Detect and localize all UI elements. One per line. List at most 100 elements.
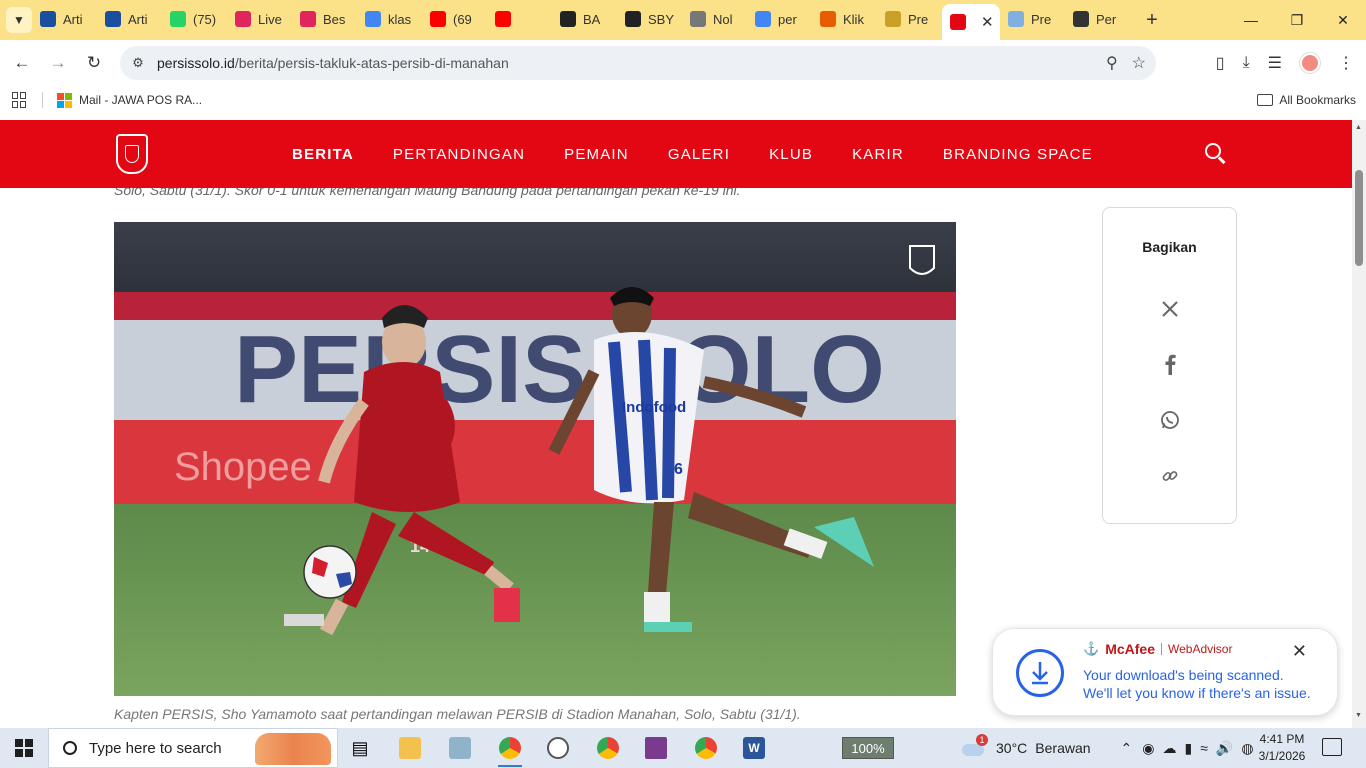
weather-icon[interactable]: 1 bbox=[962, 734, 988, 756]
media-control-icon[interactable]: ☰ bbox=[1268, 53, 1282, 73]
tab-title: (75) bbox=[193, 11, 217, 27]
all-bookmarks-label: All Bookmarks bbox=[1279, 93, 1356, 107]
site-info-icon[interactable]: ⚙ bbox=[124, 55, 152, 71]
mcafee-shield-icon: ⚓ bbox=[1083, 641, 1100, 656]
persis-logo[interactable] bbox=[116, 134, 148, 174]
taskbar-search-placeholder: Type here to search bbox=[89, 739, 222, 757]
tab-close-icon[interactable]: ✕ bbox=[981, 13, 994, 31]
whatsapp-icon bbox=[170, 11, 186, 27]
task-view-icon[interactable]: ▤ bbox=[340, 732, 380, 764]
share-whatsapp-button[interactable] bbox=[1155, 405, 1185, 435]
nav-item-klub[interactable]: KLUB bbox=[769, 146, 813, 163]
chrome-icon[interactable] bbox=[490, 732, 530, 767]
file-explorer-icon[interactable] bbox=[390, 732, 430, 764]
chrome-profile-w-icon[interactable] bbox=[686, 732, 726, 764]
nav-item-branding-space[interactable]: BRANDING SPACE bbox=[943, 146, 1093, 163]
scroll-up-icon[interactable]: ▲ bbox=[1355, 124, 1362, 131]
ball bbox=[303, 545, 357, 599]
browser-tab[interactable] bbox=[487, 4, 552, 34]
nav-item-pemain[interactable]: PEMAIN bbox=[564, 146, 629, 163]
page-viewport: Solo, Sabtu (31/1). Skor 0-1 untuk kemen… bbox=[0, 120, 1352, 728]
google-icon bbox=[755, 11, 771, 27]
volume-icon[interactable]: 🔊 bbox=[1216, 740, 1233, 757]
battery-icon[interactable]: ▮ bbox=[1185, 740, 1193, 757]
site-nav: BERITA PERTANDINGAN PEMAIN GALERI KLUB KARIR B… bbox=[292, 120, 1093, 188]
start-button[interactable] bbox=[0, 728, 48, 768]
tab-title: Pre bbox=[908, 11, 929, 27]
bookmark-item-mail[interactable]: Mail - JAWA POS RA... bbox=[57, 92, 202, 108]
tab-title: Bes bbox=[323, 11, 346, 27]
browser-tab[interactable]: Live bbox=[227, 4, 292, 34]
all-bookmarks-button[interactable]: All Bookmarks bbox=[1257, 86, 1356, 114]
globe-icon bbox=[690, 11, 706, 27]
nav-item-pertandingan[interactable]: PERTANDINGAN bbox=[393, 146, 525, 163]
zoom-icon[interactable]: ⚲ bbox=[1106, 53, 1118, 73]
nav-item-berita[interactable]: BERITA bbox=[292, 146, 354, 163]
tab-search-button[interactable]: ▼ bbox=[6, 7, 32, 33]
winrar-icon[interactable] bbox=[636, 732, 676, 764]
minimize-button[interactable]: — bbox=[1228, 0, 1274, 40]
b-icon bbox=[820, 11, 836, 27]
browser-tab[interactable]: ✕ bbox=[942, 4, 1000, 40]
page-scrollbar[interactable]: ▲ ▼ bbox=[1352, 120, 1366, 728]
share-link-button[interactable] bbox=[1155, 461, 1185, 491]
meet-icon[interactable]: ◉ bbox=[1142, 740, 1154, 757]
scroll-thumb[interactable] bbox=[1355, 170, 1363, 266]
browser-tab[interactable]: Arti bbox=[32, 4, 97, 34]
browser-tab[interactable]: Bes bbox=[292, 4, 357, 34]
browser-toolbar: ← → ↻ ⚙ persissolo.id/berita/persis-takl… bbox=[0, 40, 1366, 86]
browser-tab[interactable]: Nol bbox=[682, 4, 747, 34]
menu-icon[interactable]: ⋮ bbox=[1338, 53, 1354, 73]
back-button[interactable]: ← bbox=[5, 46, 39, 80]
browser-tab[interactable]: (69 bbox=[422, 4, 487, 34]
onedrive-icon[interactable]: ☁ bbox=[1163, 740, 1177, 757]
zoom-level[interactable]: 100% bbox=[842, 737, 894, 759]
nav-item-karir[interactable]: KARIR bbox=[852, 146, 904, 163]
download-icon[interactable]: ⤓ bbox=[1243, 54, 1250, 72]
app-icon[interactable] bbox=[440, 732, 480, 764]
taskbar-search[interactable]: Type here to search bbox=[48, 728, 338, 768]
clock[interactable]: 4:41 PM 3/1/2026 bbox=[1252, 731, 1312, 765]
browser-tab[interactable]: klas bbox=[357, 4, 422, 34]
profile-avatar[interactable] bbox=[1300, 53, 1320, 73]
obs-icon[interactable] bbox=[538, 732, 578, 764]
bookmark-star-icon[interactable]: ☆ bbox=[1132, 53, 1146, 73]
tab-list: Arti Arti (75) Live Bes klas (69 BA SBY Nol per Kli… bbox=[32, 0, 1130, 40]
browser-tab[interactable]: Klik bbox=[812, 4, 877, 34]
folder-icon bbox=[1257, 94, 1274, 106]
apps-icon[interactable] bbox=[12, 92, 28, 108]
share-facebook-button[interactable] bbox=[1155, 349, 1185, 379]
new-tab-button[interactable]: + bbox=[1138, 6, 1166, 34]
tab-title: Arti bbox=[128, 11, 148, 27]
extensions-icon[interactable]: ▯ bbox=[1216, 53, 1225, 73]
app-icon bbox=[560, 11, 576, 27]
forward-button[interactable]: → bbox=[41, 46, 75, 80]
browser-tab[interactable]: Pre bbox=[1000, 4, 1065, 34]
site-header: BERITA PERTANDINGAN PEMAIN GALERI KLUB KARIR B… bbox=[0, 120, 1352, 188]
browser-tab[interactable]: SBY bbox=[617, 4, 682, 34]
site-search-icon[interactable] bbox=[1204, 142, 1228, 166]
notification-icon[interactable] bbox=[1322, 738, 1342, 756]
browser-tab[interactable]: (75) bbox=[162, 4, 227, 34]
vidio-icon bbox=[300, 11, 316, 27]
toast-close-icon[interactable]: ✕ bbox=[1292, 641, 1307, 662]
tab-title: Live bbox=[258, 11, 282, 27]
chrome-profile-r-icon[interactable] bbox=[588, 732, 628, 764]
scroll-down-icon[interactable]: ▼ bbox=[1355, 712, 1362, 719]
word-icon[interactable]: W bbox=[734, 732, 774, 764]
reload-button[interactable]: ↻ bbox=[77, 46, 111, 80]
browser-tab[interactable]: Arti bbox=[97, 4, 162, 34]
tab-title: klas bbox=[388, 11, 412, 27]
app-icon bbox=[625, 11, 641, 27]
browser-tab[interactable]: per bbox=[747, 4, 812, 34]
browser-tab[interactable]: Per bbox=[1065, 4, 1130, 34]
restore-button[interactable]: ❐ bbox=[1274, 0, 1320, 40]
browser-tab[interactable]: Pre bbox=[877, 4, 942, 34]
wifi-icon[interactable]: ≈ bbox=[1200, 740, 1208, 756]
nav-item-galeri[interactable]: GALERI bbox=[668, 146, 730, 163]
browser-tab[interactable]: BA bbox=[552, 4, 617, 34]
chevron-up-icon[interactable]: ⌃ bbox=[1121, 740, 1133, 757]
address-bar[interactable]: ⚙ persissolo.id/berita/persis-takluk-ata… bbox=[120, 46, 1156, 80]
share-x-button[interactable] bbox=[1155, 294, 1185, 324]
close-window-button[interactable]: ✕ bbox=[1320, 0, 1366, 40]
